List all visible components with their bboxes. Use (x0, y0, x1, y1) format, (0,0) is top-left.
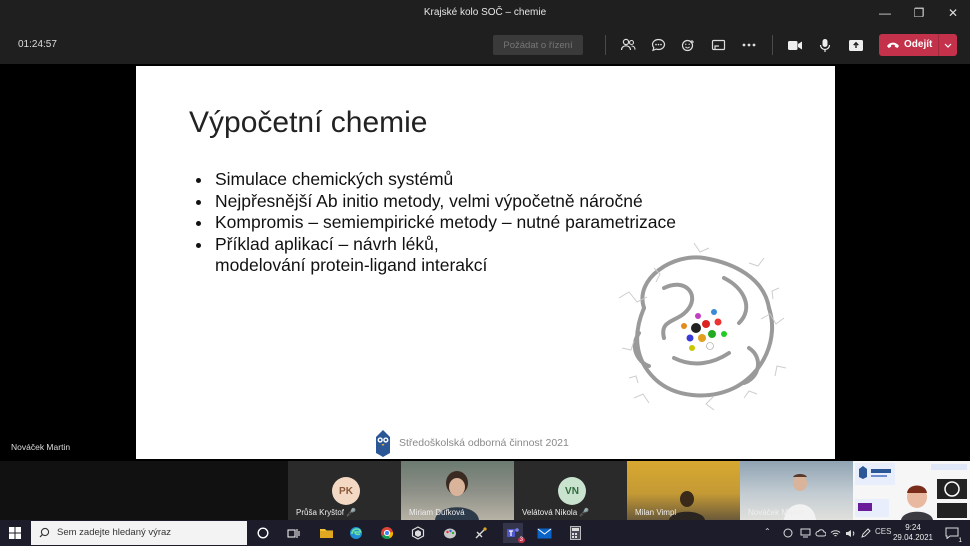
participant-name: Nováček Martin (748, 508, 804, 517)
taskbar-clock[interactable]: 9:24 29.04.2021 (892, 523, 934, 543)
windows-taskbar: Sem zadejte hledaný výraz 3 ⌃ CES 9:24 2… (0, 520, 970, 546)
participant-name: Milan Vimpl (635, 508, 677, 517)
slide-bullet-list: Simulace chemických systémů Nejpřesnější… (196, 169, 676, 277)
participant-tile[interactable] (853, 461, 970, 520)
leave-label: Odejít (904, 39, 933, 50)
leave-button[interactable]: Odejít (879, 34, 957, 56)
chrome-browser-icon[interactable] (377, 523, 397, 543)
participant-strip: PK Průša Kryštof 🎤 Miriam Dufková VN Vel… (0, 461, 970, 520)
share-screen-icon[interactable] (845, 34, 867, 56)
pen-icon[interactable] (856, 523, 876, 543)
close-button[interactable]: ✕ (936, 0, 970, 26)
chevron-up-icon[interactable]: ⌃ (764, 527, 771, 536)
app-icon[interactable] (471, 523, 491, 543)
participant-video (853, 461, 970, 520)
avatar: PK (332, 477, 360, 505)
reactions-icon[interactable] (677, 34, 699, 56)
participant-name: Průša Kryštof 🎤 (296, 508, 357, 517)
window-titlebar: Krajské kolo SOČ – chemie — ❐ ✕ (0, 0, 970, 26)
participant-tile[interactable]: Miriam Dufková (401, 461, 514, 520)
participant-tile[interactable]: VN Velátová Nikola 🎤 (514, 461, 627, 520)
file-explorer-icon[interactable] (316, 523, 336, 543)
window-title: Krajské kolo SOČ – chemie (423, 7, 547, 18)
slide-bullet: Simulace chemických systémů (196, 169, 676, 191)
edge-browser-icon[interactable] (346, 523, 366, 543)
teams-badge: 3 (517, 537, 525, 543)
notification-count: 1 (958, 537, 962, 544)
taskbar-search-input[interactable]: Sem zadejte hledaný výraz (31, 521, 247, 545)
participant-tile[interactable]: Milan Vimpl (627, 461, 740, 520)
calculator-icon[interactable] (565, 523, 585, 543)
camera-icon[interactable] (784, 34, 806, 56)
hang-up-icon (887, 42, 899, 48)
soc-owl-logo (376, 430, 390, 457)
more-options-icon[interactable] (738, 34, 760, 56)
participants-icon[interactable] (617, 34, 639, 56)
slide-footer: Středoškolská odborná činnost 2021 (374, 428, 569, 458)
meeting-toolbar: 01:24:57 Požádat o řízení Odejít (0, 26, 970, 64)
request-control-button[interactable]: Požádat o řízení (493, 35, 583, 55)
presentation-slide: Výpočetní chemie Simulace chemických sys… (136, 66, 835, 459)
protein-structure-image (618, 242, 787, 411)
participant-name: Velátová Nikola 🎤 (522, 508, 590, 517)
search-icon (39, 527, 50, 538)
chat-icon[interactable] (647, 34, 669, 56)
participant-tile[interactable]: Nováček Martin (740, 461, 853, 520)
teams-app-icon[interactable]: 3 (503, 523, 525, 543)
clock-date: 29.04.2021 (892, 533, 934, 542)
share-tray-icon[interactable] (707, 34, 729, 56)
toolbar-divider (605, 35, 606, 55)
slide-bullet: Příklad aplikací – návrh léků, modelování… (196, 234, 676, 277)
participant-name: Miriam Dufková (409, 508, 465, 517)
slide-bullet-continuation: modelování protein-ligand interakcí (215, 255, 488, 275)
windows-start-icon[interactable] (5, 523, 25, 543)
clock-time: 9:24 (905, 523, 921, 532)
slide-footer-text: Středoškolská odborná činnost 2021 (399, 437, 569, 449)
microphone-icon[interactable] (814, 34, 836, 56)
presenter-name: Nováček Martin (11, 442, 71, 452)
paint-app-icon[interactable] (440, 523, 460, 543)
search-placeholder: Sem zadejte hledaný výraz (57, 527, 172, 538)
notifications-icon[interactable]: 1 (942, 523, 962, 544)
chevron-down-icon[interactable] (938, 34, 957, 56)
meeting-timer: 01:24:57 (18, 39, 57, 50)
shared-content-stage: Výpočetní chemie Simulace chemických sys… (0, 64, 970, 461)
language-indicator[interactable]: CES (875, 527, 891, 536)
toolbar-divider (772, 35, 773, 55)
slide-bullet: Kompromis – semiempirické metody – nutné… (196, 212, 676, 234)
slide-title: Výpočetní chemie (189, 106, 428, 139)
slide-bullet: Nejpřesnější Ab initio metody, velmi výp… (196, 191, 676, 213)
minimize-button[interactable]: — (868, 0, 902, 26)
mail-app-icon[interactable] (534, 523, 554, 543)
participant-tile[interactable]: PK Průša Kryštof 🎤 (288, 461, 401, 520)
maximize-button[interactable]: ❐ (902, 0, 936, 26)
cortana-icon[interactable] (253, 523, 273, 543)
avatar: VN (558, 477, 586, 505)
app-icon[interactable] (408, 523, 428, 543)
task-view-icon[interactable] (283, 523, 303, 543)
